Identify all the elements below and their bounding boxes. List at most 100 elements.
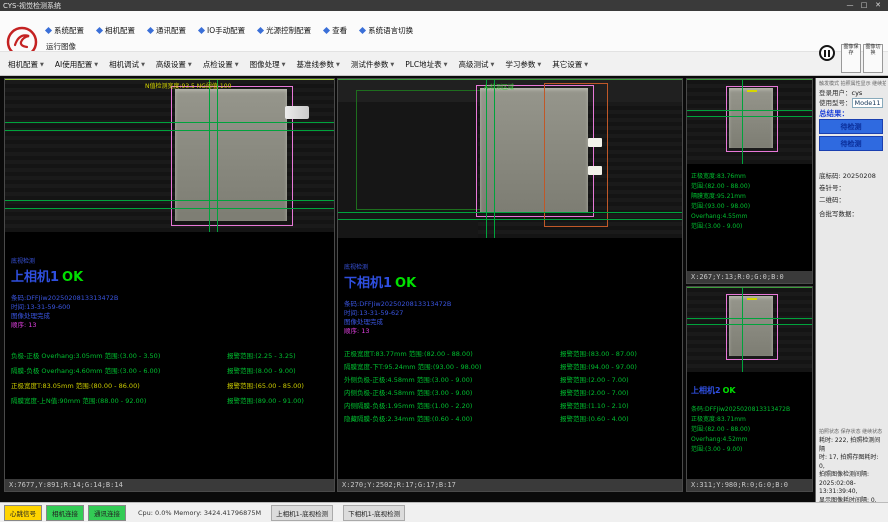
app-window: CYS-视觉检测系统 — □ ✕ 系统配置 相机配置 通讯配置 IO手动配置 光… bbox=[0, 0, 888, 522]
camera-image-upper[interactable]: N值检测宽度:93.5 NG阈值:100 bbox=[5, 79, 334, 232]
measure-line bbox=[338, 212, 682, 213]
toolbar: 相机配置▼ AI使用配置▼ 相机调试▼ 高级设置▼ 点检设置▼ 图像处理▼ 基准… bbox=[0, 51, 888, 76]
connector-part bbox=[285, 106, 309, 119]
tool-learning-params[interactable]: 学习参数▼ bbox=[505, 59, 541, 70]
tool-advanced-test[interactable]: 高级测试▼ bbox=[459, 59, 495, 70]
menu-item-light-control-config[interactable]: 光源控制配置 bbox=[258, 25, 311, 36]
camera-view-small-bottom: 上相机2OK 条码:DFFJiw2025020813313472B 正极宽度:8… bbox=[686, 286, 813, 492]
login-user-label: 登录用户： bbox=[819, 89, 852, 97]
ng-marker bbox=[747, 90, 757, 92]
chevron-down-icon: ▼ bbox=[491, 62, 495, 68]
camera2-mode-tag[interactable]: 下相机1-底视检测 bbox=[343, 505, 405, 521]
measurement-alarm: 报警范围:(65.00 - 85.00) bbox=[227, 379, 304, 394]
camera-image-lower[interactable]: AI检测区域 bbox=[338, 79, 682, 238]
measurement-alarm: 报警范围:(89.00 - 91.00) bbox=[227, 394, 304, 409]
close-button[interactable]: ✕ bbox=[871, 0, 885, 11]
tool-label: 测试件参数 bbox=[351, 59, 389, 70]
tool-plc-address-table[interactable]: PLC地址表▼ bbox=[405, 59, 447, 70]
measurement-text: 正极宽度T:83.77mm 范围:(82.00 - 88.00) bbox=[344, 348, 554, 361]
pause-button[interactable] bbox=[819, 45, 835, 61]
tool-camera-config[interactable]: 相机配置▼ bbox=[8, 59, 44, 70]
measurement-text: 隔膜宽度:95.21mm bbox=[687, 192, 812, 202]
pixel-coords-readout: X:270;Y:2502;R:17;G:17;B:17 bbox=[338, 479, 682, 491]
image-save-button[interactable]: 图像保存 bbox=[841, 44, 861, 73]
tool-ai-config[interactable]: AI使用配置▼ bbox=[55, 59, 98, 70]
process-status-line: 图像处理完成 bbox=[344, 318, 682, 327]
barcode-line: 条码:DFFJiw2025020813313472B bbox=[687, 405, 812, 415]
ng-marker bbox=[747, 298, 757, 300]
measurement-text: 内侧隔膜-负极:1.95mm 范围:(1.00 - 2.20) bbox=[344, 400, 554, 413]
maximize-button[interactable]: □ bbox=[857, 0, 871, 11]
camera1-mode-tag[interactable]: 上相机1-底视检测 bbox=[271, 505, 333, 521]
tool-label: PLC地址表 bbox=[405, 59, 441, 70]
tool-label: 点检设置 bbox=[203, 59, 233, 70]
tool-image-processing[interactable]: 图像处理▼ bbox=[250, 59, 286, 70]
result-ok-badge: OK bbox=[395, 276, 416, 291]
base-code-row: 底标码: 20250208 bbox=[819, 170, 876, 180]
tool-camera-debug[interactable]: 相机调试▼ bbox=[109, 59, 145, 70]
camera-image-small-top[interactable] bbox=[687, 79, 812, 164]
measurement-text: Overhang:4.55mm bbox=[687, 212, 812, 222]
pixel-coords-readout: X:7677,Y:891;R:14;G:14;B:14 bbox=[5, 479, 334, 491]
measurement-text: 范围:(82.00 - 88.00) bbox=[687, 425, 812, 435]
measure-line-vertical bbox=[209, 80, 210, 232]
tool-spot-check[interactable]: 点检设置▼ bbox=[203, 59, 239, 70]
measurement-row: 内侧负极-正极:4.58mm 范围:(3.00 - 9.00)报警范围:(2.0… bbox=[344, 387, 682, 400]
titlebar: CYS-视觉检测系统 — □ ✕ bbox=[0, 0, 888, 11]
measure-line-vertical bbox=[217, 80, 218, 232]
qr-code-label: 二维码： bbox=[819, 194, 845, 204]
roll-pin-label: 卷针号： bbox=[819, 182, 845, 192]
model-select[interactable]: Mode11 bbox=[852, 98, 884, 108]
menu-item-language-switch[interactable]: 系统语言切换 bbox=[360, 25, 413, 36]
tool-label: 高级设置 bbox=[156, 59, 186, 70]
measurement-text: 正极宽度:83.71mm bbox=[687, 415, 812, 425]
menu-bar: 系统配置 相机配置 通讯配置 IO手动配置 光源控制配置 查看 系统语言切换 bbox=[46, 25, 413, 36]
tool-baseline-params[interactable]: 基准线参数▼ bbox=[297, 59, 340, 70]
tool-label: 高级测试 bbox=[459, 59, 489, 70]
measurement-row: 外侧负极-正极:4.58mm 范围:(3.00 - 9.00)报警范围:(2.0… bbox=[344, 374, 682, 387]
camera-view-lower: AI检测区域 底视检测 下相机1OK 条码:DFFJiw202502081331… bbox=[337, 78, 683, 492]
status-bar: 心跳信号 相机连接 通讯连接 Cpu: 0.0% Memory: 3424.41… bbox=[0, 502, 888, 522]
window-title: CYS-视觉检测系统 bbox=[3, 1, 61, 11]
menu-item-comm-config[interactable]: 通讯配置 bbox=[148, 25, 186, 36]
image-switch-button[interactable]: 图像切换 bbox=[863, 44, 883, 73]
menu-bullet-icon bbox=[359, 27, 366, 34]
sequence-line: 顺序: 13 bbox=[344, 327, 682, 336]
menu-item-label: 通讯配置 bbox=[156, 25, 186, 36]
measurement-alarm: 报警范围:(83.00 - 87.00) bbox=[560, 348, 637, 361]
measurement-row: 负极-正极 Overhang:3.05mm 范围:(3.00 - 3.50)报警… bbox=[11, 349, 334, 364]
tool-label: 基准线参数 bbox=[297, 59, 335, 70]
minimize-button[interactable]: — bbox=[843, 0, 857, 11]
measurement-row: 隔膜-负极 Overhang:4.60mm 范围:(3.00 - 6.00)报警… bbox=[11, 364, 334, 379]
chevron-down-icon: ▼ bbox=[141, 62, 145, 68]
camera-result-text-lower: 底视检测 下相机1OK 条码:DFFJiw2025020813313472B 时… bbox=[338, 262, 682, 426]
chevron-down-icon: ▼ bbox=[584, 62, 588, 68]
tool-testpiece-params[interactable]: 测试件参数▼ bbox=[351, 59, 394, 70]
chevron-down-icon: ▼ bbox=[282, 62, 286, 68]
inspected-part bbox=[729, 88, 773, 148]
sequence-line: 顺序: 13 bbox=[11, 321, 334, 330]
measurement-text: 负极-正极 Overhang:3.05mm 范围:(3.00 - 3.50) bbox=[11, 349, 221, 364]
pause-icon bbox=[824, 50, 826, 57]
inspection-mode-label: 底视检测 bbox=[344, 262, 682, 271]
menu-item-label: IO手动配置 bbox=[207, 25, 245, 36]
tool-other-settings[interactable]: 其它设置▼ bbox=[552, 59, 588, 70]
heartbeat-indicator: 心跳信号 bbox=[4, 505, 42, 521]
stats-header: 拍照状态 保存状态 继续状态 bbox=[819, 428, 882, 435]
measurement-alarm: 报警范围:(8.00 - 9.00) bbox=[227, 364, 296, 379]
tool-label: 相机调试 bbox=[109, 59, 139, 70]
tool-label: 图像处理 bbox=[250, 59, 280, 70]
barcode-line: 条码:DFFJiw2025020813313472B bbox=[344, 300, 682, 309]
menu-item-label: 光源控制配置 bbox=[266, 25, 311, 36]
comm-connect-indicator: 通讯连接 bbox=[88, 505, 126, 521]
menu-item-view[interactable]: 查看 bbox=[324, 25, 347, 36]
menu-item-camera-config[interactable]: 相机配置 bbox=[97, 25, 135, 36]
measurement-row: 隔膜宽度-上N值:90mm 范围:(88.00 - 92.00)报警范围:(89… bbox=[11, 394, 334, 409]
menu-item-system-config[interactable]: 系统配置 bbox=[46, 25, 84, 36]
process-status-line: 图像处理完成 bbox=[11, 312, 334, 321]
camera-image-small-bottom[interactable] bbox=[687, 287, 812, 372]
menu-item-io-manual-config[interactable]: IO手动配置 bbox=[199, 25, 245, 36]
measure-line bbox=[5, 130, 334, 131]
time-line: 时间:13-31-59-627 bbox=[344, 309, 682, 318]
tool-advanced-settings[interactable]: 高级设置▼ bbox=[156, 59, 192, 70]
